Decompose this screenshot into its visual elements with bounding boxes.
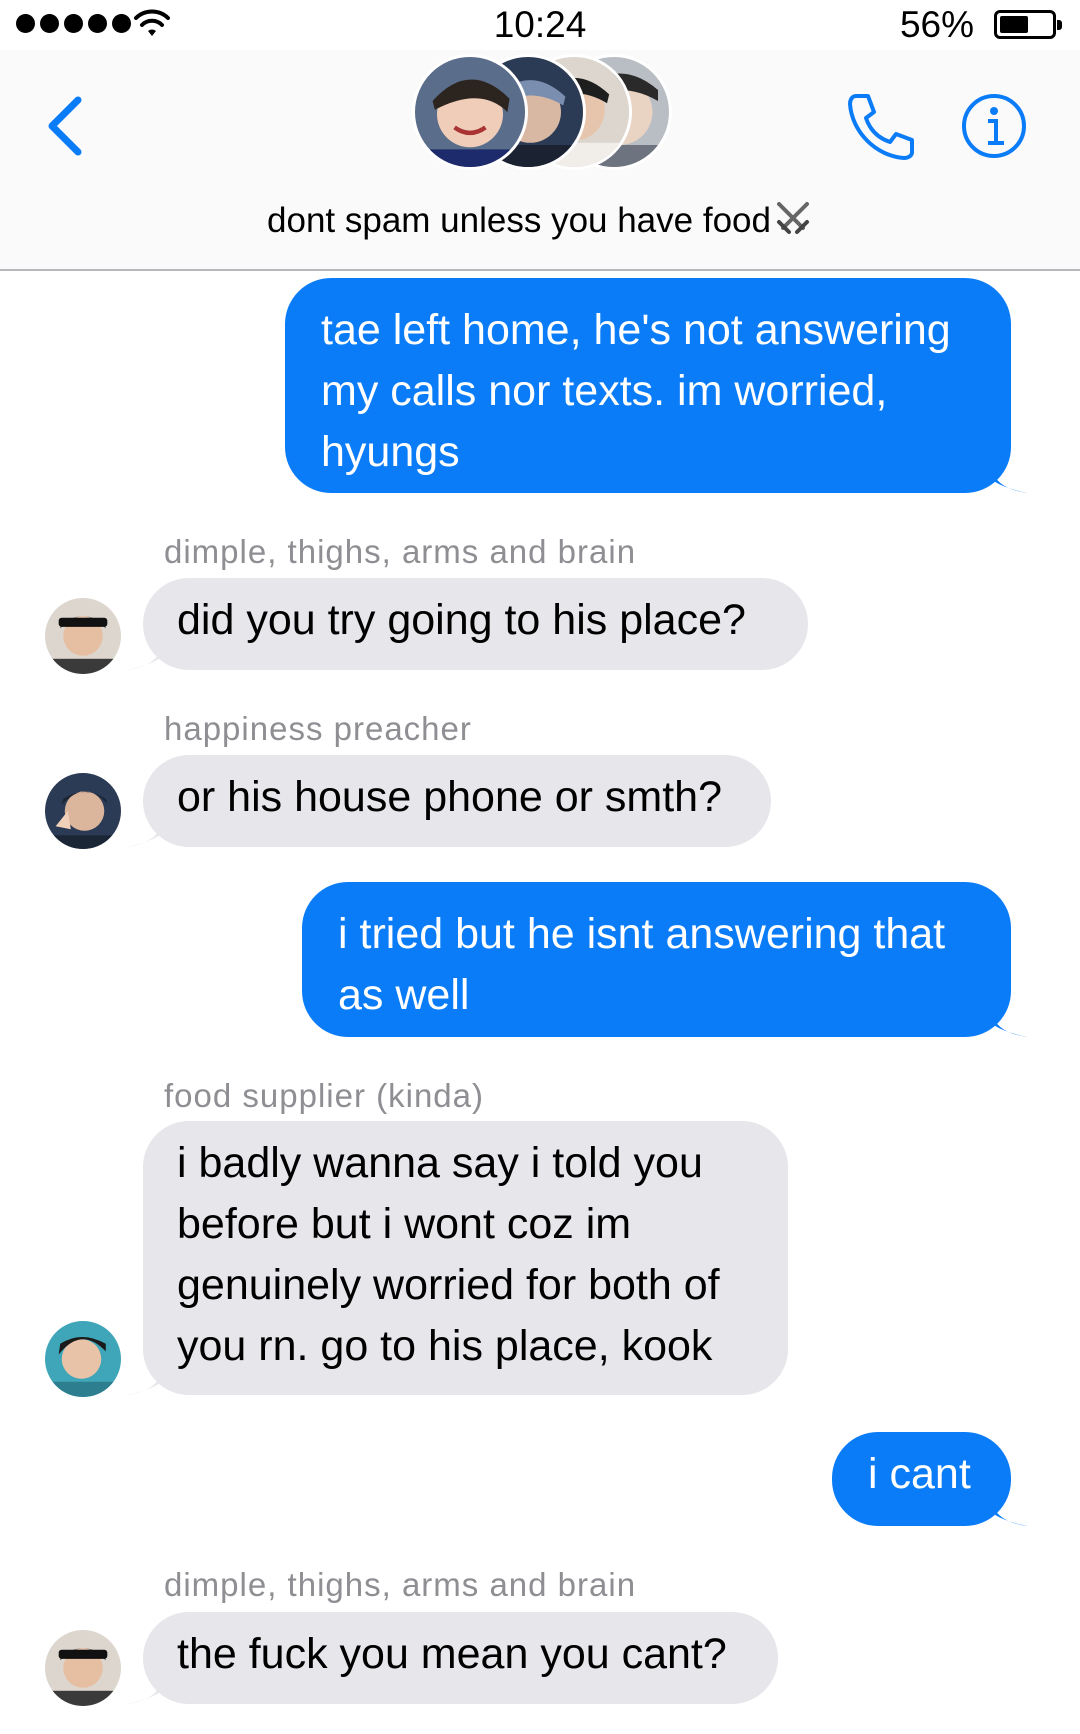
bubble-tail (988, 1001, 1028, 1037)
message-text: or his house phone or smth? (177, 773, 722, 821)
group-avatars[interactable] (412, 54, 672, 174)
message-text: i badly wanna say i told you before but … (177, 1139, 720, 1370)
chevron-left-icon (48, 96, 82, 156)
message-text: did you try going to his place? (177, 596, 746, 644)
message-bubble-incoming[interactable]: did you try going to his place? (126, 578, 808, 670)
avatar[interactable] (45, 598, 121, 674)
avatar[interactable] (45, 1321, 121, 1397)
message-bubble-incoming[interactable]: i badly wanna say i told you before but … (126, 1121, 788, 1395)
avatar[interactable] (45, 773, 121, 849)
bubble-tail (988, 457, 1028, 493)
bubble-tail (126, 634, 166, 670)
info-button[interactable] (954, 86, 1034, 166)
battery-fill (1000, 16, 1028, 33)
group-avatar-1 (412, 54, 528, 170)
sender-name: dimple, thighs, arms and brain (164, 1566, 637, 1603)
call-button[interactable] (840, 86, 920, 166)
avatar[interactable] (45, 1630, 121, 1706)
sender-name: dimple, thighs, arms and brain (164, 533, 637, 570)
bubble-tail (988, 1490, 1028, 1526)
bubble-tail (126, 1668, 166, 1704)
message-text: i cant (868, 1450, 971, 1498)
message-bubble-incoming[interactable]: or his house phone or smth? (126, 755, 771, 847)
group-name[interactable]: dont spam unless you have food (0, 198, 1080, 241)
message-bubble-outgoing[interactable]: tae left home, he's not answering my cal… (285, 278, 1028, 493)
info-icon (962, 94, 1026, 158)
sender-name: happiness preacher (164, 710, 472, 747)
crossed-swords-icon (776, 202, 809, 234)
conversation-header: dont spam unless you have food (0, 50, 1080, 271)
battery-icon (994, 10, 1062, 39)
status-bar: 10:24 56% (0, 0, 1080, 50)
back-button[interactable] (40, 86, 100, 166)
message-bubble-outgoing[interactable]: i cant (832, 1432, 1028, 1526)
bubble-tail (126, 811, 166, 847)
battery-percent: 56% (899, 4, 974, 45)
sender-name: food supplier (kinda) (164, 1077, 484, 1114)
message-text: the fuck you mean you cant? (177, 1630, 727, 1678)
message-bubble-outgoing[interactable]: i tried but he isnt answering that as we… (302, 882, 1028, 1037)
bubble-tail (126, 1359, 166, 1395)
message-bubble-incoming[interactable]: the fuck you mean you cant? (126, 1612, 778, 1704)
phone-icon (848, 94, 914, 160)
message-text: tae left home, he's not answering my cal… (321, 306, 951, 476)
message-text: i tried but he isnt answering that as we… (338, 910, 946, 1019)
